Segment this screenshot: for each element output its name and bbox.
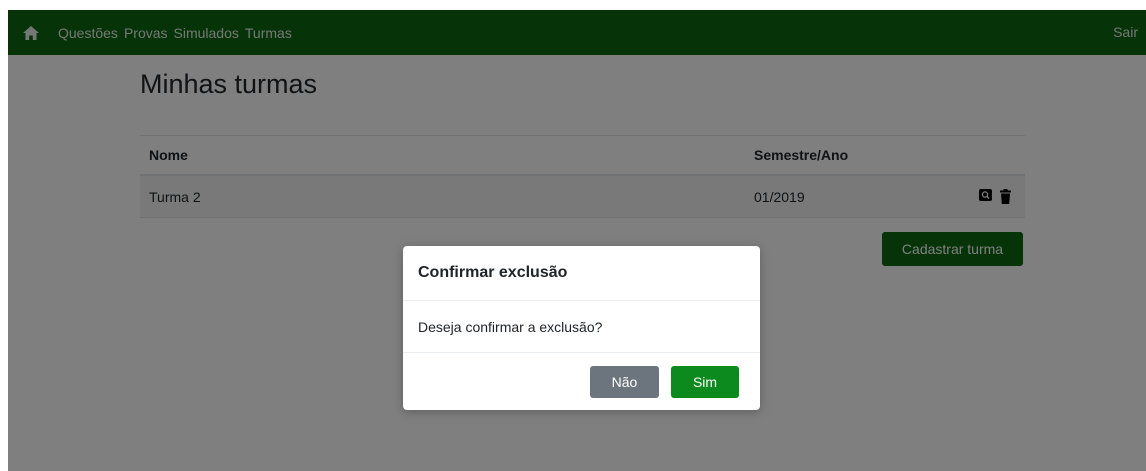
confirm-delete-modal: Confirmar exclusão Deseja confirmar a ex… [403, 246, 760, 410]
confirm-button[interactable]: Sim [671, 366, 739, 398]
modal-footer: Não Sim [403, 353, 760, 410]
modal-header: Confirmar exclusão [403, 246, 760, 301]
cancel-button[interactable]: Não [590, 366, 659, 398]
app-frame: Questões Provas Simulados Turmas Sair Mi… [8, 10, 1146, 471]
modal-title: Confirmar exclusão [418, 264, 568, 281]
modal-body: Deseja confirmar a exclusão? [403, 301, 760, 353]
modal-message: Deseja confirmar a exclusão? [418, 318, 603, 335]
